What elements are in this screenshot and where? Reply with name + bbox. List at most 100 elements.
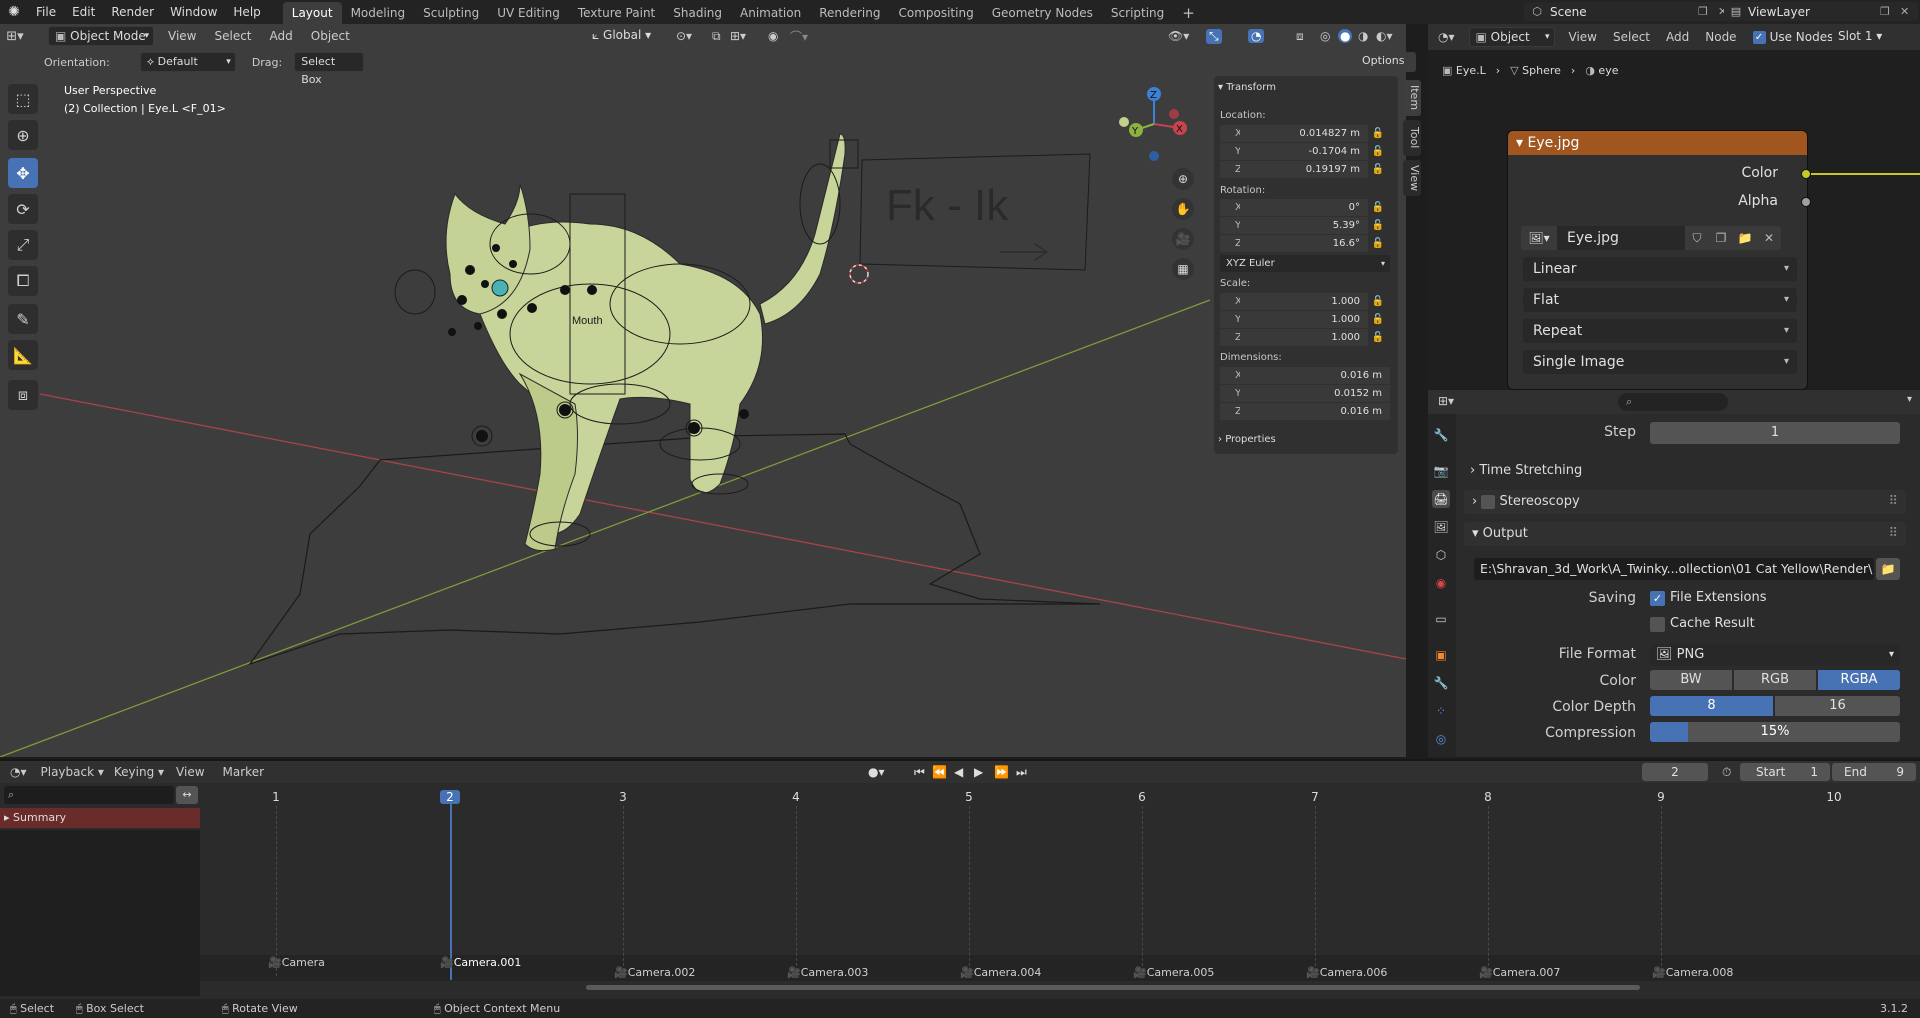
view-layer-tab-icon[interactable]: 🖼: [1432, 518, 1450, 536]
pivot-icon[interactable]: ⊙▾: [676, 29, 692, 43]
end-frame-field[interactable]: End 9: [1832, 763, 1916, 781]
mode-dropdown[interactable]: ▣ Object Mode ▾: [48, 26, 154, 46]
tab-shading[interactable]: Shading: [664, 2, 731, 24]
scale-y-field[interactable]: Y 1.000 🔓: [1220, 311, 1388, 328]
tab-texture-paint[interactable]: Texture Paint: [569, 2, 664, 24]
transform-orientation-dropdown[interactable]: ⟀ Global ▾: [586, 26, 666, 46]
pan-hand-icon[interactable]: ✋: [1172, 198, 1194, 220]
timeline-menu-playback[interactable]: Playback ▾: [41, 765, 104, 779]
lock-icon[interactable]: 🔓: [1368, 164, 1388, 175]
timeline-menu-marker[interactable]: Marker: [223, 765, 264, 779]
output-color-socket[interactable]: [1801, 169, 1811, 179]
timeline-scrollbar[interactable]: [586, 985, 1640, 990]
node-header[interactable]: ▾ Eye.jpg: [1508, 131, 1807, 155]
falloff-icon[interactable]: ⌒▾: [790, 28, 808, 45]
menu-file[interactable]: File: [28, 0, 64, 24]
marker-camera-007[interactable]: 🎥Camera.007: [1479, 966, 1560, 979]
timeline-menu-keying[interactable]: Keying ▾: [114, 765, 164, 779]
properties-search-field[interactable]: ⌕: [1618, 393, 1728, 411]
transform-header[interactable]: ▾ Transform: [1218, 82, 1276, 93]
stereoscopy-checkbox[interactable]: [1481, 494, 1496, 509]
projection-dropdown[interactable]: Flat ▾: [1523, 288, 1797, 312]
playhead-line[interactable]: [450, 804, 452, 980]
rendered-shading-icon[interactable]: ◐▾: [1376, 29, 1393, 43]
current-frame-field[interactable]: 2: [1642, 763, 1708, 781]
dimensions-x-field[interactable]: X 0.016 m: [1220, 367, 1390, 384]
material-shading-icon[interactable]: ◑: [1358, 29, 1368, 43]
options-dropdown[interactable]: Options ▾: [1356, 52, 1416, 85]
interpolation-dropdown[interactable]: Linear ▾: [1523, 257, 1797, 281]
cache-result-checkbox[interactable]: [1650, 617, 1665, 632]
marker-camera-006[interactable]: 🎥Camera.006: [1306, 966, 1387, 979]
navigation-gizmo[interactable]: Z X Y: [1116, 84, 1196, 172]
compression-slider[interactable]: 15%: [1650, 722, 1900, 742]
stereoscopy-panel[interactable]: › Stereoscopy ⠿: [1464, 490, 1906, 514]
camera-view-icon[interactable]: 🎥: [1172, 228, 1194, 250]
scale-z-field[interactable]: Z 1.000 🔓: [1220, 329, 1388, 346]
world-tab-icon[interactable]: ◉: [1432, 574, 1450, 592]
scene-tab-icon[interactable]: ⬡: [1432, 546, 1450, 564]
menu-help[interactable]: Help: [225, 0, 268, 24]
color-depth-16-button[interactable]: 16: [1775, 696, 1900, 716]
close-icon[interactable]: ✕: [1900, 5, 1918, 18]
unlink-icon[interactable]: ✕: [1757, 226, 1781, 250]
rotation-y-field[interactable]: Y 5.39° 🔓: [1220, 217, 1388, 234]
dimensions-y-field[interactable]: Y 0.0152 m: [1220, 385, 1390, 402]
next-keyframe-icon[interactable]: ⏩: [994, 765, 1009, 779]
node-shader-type-dropdown[interactable]: ▣ Object ▾: [1468, 27, 1555, 47]
extension-dropdown[interactable]: Repeat ▾: [1523, 319, 1797, 343]
image-name-field[interactable]: Eye.jpg: [1557, 226, 1685, 250]
color-rgba-button[interactable]: RGBA: [1818, 670, 1900, 690]
collection-tab-icon[interactable]: ▭: [1432, 610, 1450, 628]
timeline-editor-type-icon[interactable]: ◔▾: [10, 765, 27, 779]
node-menu-node[interactable]: Node: [1705, 30, 1736, 44]
lock-icon[interactable]: 🔓: [1368, 332, 1388, 343]
snap-icon[interactable]: ⧉: [712, 29, 721, 44]
properties-subpanel-header[interactable]: › Properties: [1218, 434, 1276, 445]
viewport-menu-add[interactable]: Add: [270, 29, 293, 43]
marker-camera-004[interactable]: 🎥Camera.004: [960, 966, 1041, 979]
blender-logo-icon[interactable]: ✺: [0, 4, 28, 20]
particles-tab-icon[interactable]: ⁘: [1432, 702, 1450, 720]
wireframe-shading-icon[interactable]: ◎: [1320, 29, 1330, 43]
node-menu-add[interactable]: Add: [1666, 30, 1689, 44]
image-browse-icon[interactable]: 🖼▾: [1521, 226, 1557, 250]
marker-camera-005[interactable]: 🎥Camera.005: [1133, 966, 1214, 979]
source-dropdown[interactable]: Single Image ▾: [1523, 350, 1797, 374]
viewport-menu-view[interactable]: View: [168, 29, 196, 43]
file-format-dropdown[interactable]: 🖼 PNG ▾: [1650, 644, 1900, 666]
rotation-z-field[interactable]: Z 16.6° 🔓: [1220, 235, 1388, 252]
proportional-edit-icon[interactable]: ◉: [768, 29, 778, 43]
marker-camera-008[interactable]: 🎥Camera.008: [1652, 966, 1733, 979]
duplicate-icon[interactable]: ❐: [1709, 226, 1733, 250]
play-icon[interactable]: ▶: [974, 765, 983, 779]
lock-icon[interactable]: 🔓: [1368, 128, 1388, 139]
output-alpha-socket[interactable]: [1801, 197, 1811, 207]
lock-icon[interactable]: 🔓: [1368, 146, 1388, 157]
scale-x-field[interactable]: X 1.000 🔓: [1220, 293, 1388, 310]
jump-end-icon[interactable]: ⏭: [1016, 765, 1027, 780]
render-tab-icon[interactable]: 📷: [1432, 462, 1450, 480]
view-layer-selector[interactable]: ▤ ViewLayer ❐ ✕: [1724, 2, 1918, 21]
file-extensions-checkbox[interactable]: ✓: [1650, 591, 1665, 606]
menu-edit[interactable]: Edit: [64, 0, 103, 24]
play-reverse-icon[interactable]: ◀: [954, 765, 963, 779]
modifier-tab-icon[interactable]: 🔧: [1432, 674, 1450, 692]
record-icon[interactable]: ●▾: [868, 765, 885, 779]
physics-tab-icon[interactable]: ◎: [1432, 730, 1450, 748]
viewport-menu-select[interactable]: Select: [214, 29, 251, 43]
tab-view[interactable]: View: [1403, 160, 1421, 196]
lock-icon[interactable]: 🔓: [1368, 314, 1388, 325]
color-depth-8-button[interactable]: 8: [1650, 696, 1773, 716]
output-panel-header[interactable]: ▾ Output ⠿: [1464, 522, 1906, 546]
overlay-toggle-icon[interactable]: ◔: [1248, 29, 1265, 43]
lock-icon[interactable]: 🔓: [1368, 238, 1388, 249]
open-folder-icon[interactable]: 📁: [1733, 226, 1757, 250]
tab-compositing[interactable]: Compositing: [889, 2, 982, 24]
tool-tab-icon[interactable]: 🔧: [1432, 426, 1450, 444]
snap-target-icon[interactable]: ⊞▾: [730, 29, 746, 43]
location-x-field[interactable]: X 0.014827 m 🔓: [1220, 125, 1388, 142]
solid-shading-icon[interactable]: ●: [1338, 29, 1353, 43]
summary-channel[interactable]: ▸ Summary: [0, 808, 200, 828]
image-selector[interactable]: 🖼▾ Eye.jpg ⛉ ❐ 📁 ✕: [1521, 226, 1797, 250]
